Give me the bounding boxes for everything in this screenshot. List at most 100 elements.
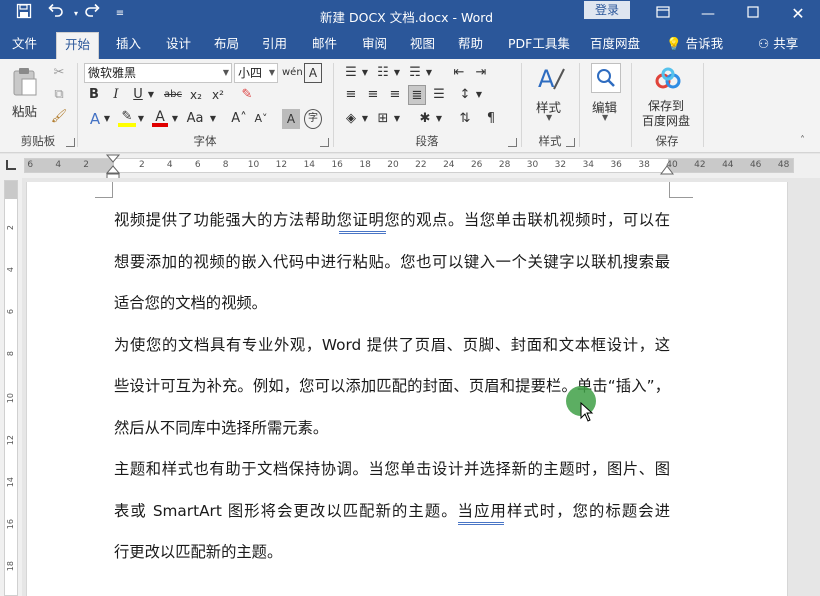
cut-icon[interactable]: ✂ [50,63,68,83]
person-icon: ⚇ [758,36,770,51]
borders-dropdown-icon[interactable]: ▼ [392,109,402,129]
tab-help[interactable]: 帮助 [450,32,491,59]
ribbon-display-options-icon[interactable] [641,0,685,30]
right-indent-marker-icon[interactable] [660,164,674,176]
align-right-icon[interactable]: ≡ [386,85,404,105]
maximize-icon[interactable] [731,0,775,30]
bold-icon[interactable]: B [86,85,102,105]
underline-dropdown-icon[interactable]: ▼ [146,85,156,105]
bullets-icon[interactable]: ☰ [342,63,360,83]
ruler-tick-label: 8 [222,160,229,170]
chinese-layout-icon[interactable]: ✱ [416,109,434,129]
share-button[interactable]: ⚇ 共享 [750,32,806,59]
increase-indent-icon[interactable]: ⇥ [472,63,490,83]
customize-qat-icon[interactable]: ≡ [108,2,132,26]
grow-font-icon[interactable]: A˄ [230,109,248,129]
shading-dropdown-icon[interactable]: ▼ [360,109,370,129]
underline-icon[interactable]: U [130,85,146,105]
tab-references[interactable]: 引用 [254,32,295,59]
ruler-tick-label: 14 [303,160,316,170]
character-border-icon[interactable]: A [304,63,322,83]
multilevel-list-icon[interactable]: ☴ [406,63,424,83]
borders-icon[interactable]: ⊞ [374,109,392,129]
tab-layout[interactable]: 布局 [206,32,247,59]
show-marks-icon[interactable]: ¶ [482,109,500,129]
save-icon[interactable] [12,2,36,26]
tab-review[interactable]: 审阅 [354,32,395,59]
grammar-underline [339,231,386,234]
highlight-dropdown-icon[interactable]: ▼ [136,109,146,129]
line-spacing-dropdown-icon[interactable]: ▼ [474,85,484,105]
vertical-ruler-tick-label: 10 [6,393,15,404]
text-effects-dropdown-icon[interactable]: ▼ [102,109,112,129]
strikethrough-icon[interactable]: abc [162,85,184,105]
font-size-box[interactable]: 小四 ▼ [234,63,278,83]
shading-icon[interactable]: ◈ [342,109,360,129]
enclose-characters-icon[interactable]: 字 [304,109,322,129]
text-line: 表或 SmartArt 图形将会更改以匹配新的主题。当应用样式时，您的标题会进 [114,501,670,520]
tab-pdf-tools[interactable]: PDF工具集 [500,32,578,59]
decrease-indent-icon[interactable]: ⇤ [450,63,468,83]
tell-me-search[interactable]: 💡 告诉我 [658,32,731,59]
align-center-icon[interactable]: ≡ [364,85,382,105]
horizontal-ruler[interactable]: 6 4 2 2 4 6 8 10 12 14 16 18 20 22 24 26 28 30 32 34 36 38 40 4… [24,158,794,173]
align-left-icon[interactable]: ≡ [342,85,360,105]
bullets-dropdown-icon[interactable]: ▼ [360,63,370,83]
tab-mailings[interactable]: 邮件 [304,32,345,59]
line-spacing-icon[interactable]: ↕ [456,85,474,105]
vertical-ruler[interactable]: 2 4 6 8 10 12 14 16 18 [4,180,18,596]
sign-in-button[interactable]: 登录 [584,1,630,19]
shrink-font-icon[interactable]: A˅ [252,109,270,129]
minimize-icon[interactable]: — [686,0,730,30]
editing-button[interactable]: 编辑 ▼ [588,61,624,127]
ruler-tick-label: 24 [443,160,455,170]
tab-view[interactable]: 视图 [402,32,443,59]
change-case-icon[interactable]: Aa [184,109,206,129]
clipboard-launcher-icon[interactable] [66,138,75,147]
subscript-icon[interactable]: x₂ [188,85,204,105]
format-painter-icon[interactable]: 🖌 [50,107,68,127]
chevron-down-icon: ▼ [268,68,275,77]
vertical-ruler-tick-label: 16 [6,519,15,530]
baidu-netdisk-label: 百度网盘 [642,114,691,128]
italic-icon[interactable]: I [108,85,124,105]
copy-icon[interactable]: ⧉ [50,85,68,105]
save-to-baidu-button[interactable]: 保存到 百度网盘 [638,65,698,129]
tab-home[interactable]: 开始 [56,32,100,59]
tab-baidu-netdisk[interactable]: 百度网盘 [582,32,648,59]
styles-button[interactable]: A 样式 ▼ [530,63,570,125]
font-color-icon[interactable]: A [152,107,168,127]
distributed-icon[interactable]: ☰ [430,85,448,105]
paste-icon [13,68,37,96]
clear-formatting-icon[interactable]: ✎ [238,85,256,105]
character-shading-icon[interactable]: A [282,109,300,129]
tab-file[interactable]: 文件 [4,32,45,59]
numbering-dropdown-icon[interactable]: ▼ [392,63,402,83]
superscript-icon[interactable]: x² [210,85,226,105]
justify-icon[interactable]: ≣ [408,85,426,105]
paragraph-group: ☰ ▼ ☷ ▼ ☴ ▼ ⇤ ⇥ ≡ ≡ ≡ ≣ ☰ ↕ ▼ ◈ ▼ ⊞ ▼ ✱ … [334,59,520,151]
paragraph-launcher-icon[interactable] [508,138,517,147]
font-name-box[interactable]: 微软雅黑 ▼ [84,63,232,83]
tab-design[interactable]: 设计 [158,32,199,59]
change-case-dropdown-icon[interactable]: ▼ [208,109,218,129]
chinese-layout-dropdown-icon[interactable]: ▼ [434,109,444,129]
sort-icon[interactable]: ⇅ [456,109,474,129]
ruler-tick-label: 2 [139,160,145,170]
tab-insert[interactable]: 插入 [108,32,149,59]
styles-launcher-icon[interactable] [566,138,575,147]
font-launcher-icon[interactable] [320,138,329,147]
crop-mark-right [669,182,693,198]
redo-icon[interactable] [80,2,104,26]
collapse-ribbon-icon[interactable]: ˄ [800,135,805,146]
font-color-dropdown-icon[interactable]: ▼ [170,109,180,129]
highlight-icon[interactable]: ✎ [118,107,136,127]
baidu-netdisk-icon [655,67,681,89]
paste-button[interactable]: 粘贴 [8,65,42,121]
ribbon-tabs: 文件 开始 插入 设计 布局 引用 邮件 审阅 视图 帮助 PDF工具集 百度网… [0,30,820,59]
tab-selector-icon[interactable] [6,160,16,170]
phonetic-guide-icon[interactable]: wén [282,63,303,83]
close-icon[interactable]: ✕ [776,0,820,30]
numbering-icon[interactable]: ☷ [374,63,392,83]
multilevel-list-dropdown-icon[interactable]: ▼ [424,63,434,83]
